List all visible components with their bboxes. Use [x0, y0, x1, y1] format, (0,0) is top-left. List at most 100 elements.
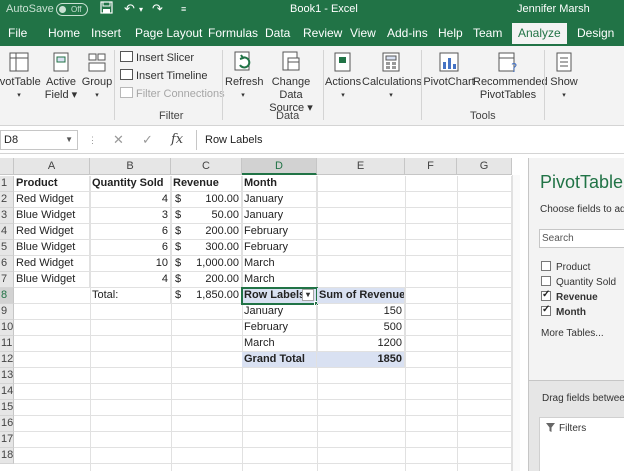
- worksheet-grid[interactable]: A B C D E F G 1 2 3 4 5 6 7 8 9 10 11 12…: [0, 158, 520, 471]
- row-header[interactable]: 16: [0, 416, 14, 432]
- cell-b3[interactable]: 3: [90, 208, 171, 224]
- row-header[interactable]: 14: [0, 384, 14, 400]
- filter-connections-button[interactable]: Filter Connections: [120, 87, 225, 100]
- column-header-b[interactable]: B: [90, 158, 171, 175]
- drag-handle-icon[interactable]: ⋮: [88, 135, 97, 146]
- cell-a2[interactable]: Red Widget: [14, 192, 90, 208]
- column-header-d[interactable]: D: [242, 158, 317, 175]
- refresh-button[interactable]: Refresh ▾: [225, 50, 264, 102]
- cell-d7[interactable]: March: [242, 272, 317, 288]
- field-product[interactable]: Product: [541, 261, 590, 273]
- column-header-f[interactable]: F: [405, 158, 457, 175]
- cell-c4[interactable]: $200.00: [171, 224, 242, 240]
- cell-a5[interactable]: Blue Widget: [14, 240, 90, 256]
- field-quantity-sold[interactable]: Quantity Sold: [541, 276, 616, 288]
- cell-a4[interactable]: Red Widget: [14, 224, 90, 240]
- active-field-button[interactable]: Active Field ▾: [44, 50, 78, 102]
- row-header[interactable]: 11: [0, 336, 14, 352]
- pivot-row-label[interactable]: March: [242, 336, 317, 352]
- row-header[interactable]: 10: [0, 320, 14, 336]
- pivot-row-labels-header[interactable]: Row Labels ▾: [241, 287, 318, 305]
- cell-d5[interactable]: February: [242, 240, 317, 256]
- pivot-row-label[interactable]: February: [242, 320, 317, 336]
- field-checkbox-checked[interactable]: [541, 289, 551, 301]
- pivottable-button[interactable]: ivotTable ▾: [0, 50, 42, 102]
- row-header[interactable]: 3: [0, 208, 14, 224]
- tab-data[interactable]: Data: [265, 26, 290, 40]
- cell-c7[interactable]: $200.00: [171, 272, 242, 288]
- tab-review[interactable]: Review: [303, 26, 342, 40]
- cell-d3[interactable]: January: [242, 208, 317, 224]
- select-all-corner[interactable]: [0, 158, 14, 175]
- filters-area[interactable]: Filters: [539, 417, 624, 471]
- row-header[interactable]: 15: [0, 400, 14, 416]
- insert-function-icon[interactable]: fx: [171, 132, 183, 147]
- cell-d4[interactable]: February: [242, 224, 317, 240]
- change-data-source-button[interactable]: Change Data Source ▾: [261, 50, 321, 115]
- pivot-row-value[interactable]: 1200: [317, 336, 405, 352]
- pivot-row-value[interactable]: 150: [317, 304, 405, 320]
- cell-a3[interactable]: Blue Widget: [14, 208, 90, 224]
- undo-dropdown-icon[interactable]: ▾: [139, 5, 143, 14]
- save-icon[interactable]: [100, 1, 113, 17]
- pivot-row-value[interactable]: 500: [317, 320, 405, 336]
- row-header[interactable]: 5: [0, 240, 14, 256]
- redo-icon[interactable]: ↷: [152, 1, 163, 17]
- cell-c1[interactable]: Revenue: [171, 176, 242, 192]
- group-button[interactable]: Group ▾: [81, 50, 113, 102]
- cell-c8-total[interactable]: $1,850.00: [171, 288, 242, 304]
- cell-c2[interactable]: $100.00: [171, 192, 242, 208]
- tab-formulas[interactable]: Formulas: [208, 26, 258, 40]
- name-box[interactable]: D8 ▼: [0, 130, 78, 150]
- row-header[interactable]: 4: [0, 224, 14, 240]
- calculations-button[interactable]: Calculations ▾: [362, 50, 422, 102]
- tab-view[interactable]: View: [350, 26, 376, 40]
- tab-design[interactable]: Design: [577, 26, 614, 40]
- actions-button[interactable]: Actions ▾: [325, 50, 361, 102]
- cell-a6[interactable]: Red Widget: [14, 256, 90, 272]
- row-header[interactable]: 9: [0, 304, 14, 320]
- row-header[interactable]: 1: [0, 176, 14, 192]
- row-header[interactable]: 12: [0, 352, 14, 368]
- field-month[interactable]: Month: [541, 304, 586, 318]
- pivot-grand-total-value[interactable]: 1850: [317, 352, 405, 368]
- autosave-toggle[interactable]: Off: [56, 3, 88, 16]
- cell-b5[interactable]: 6: [90, 240, 171, 256]
- cell-b2[interactable]: 4: [90, 192, 171, 208]
- cell-b1[interactable]: Quantity Sold: [90, 176, 171, 192]
- cell-b6[interactable]: 10: [90, 256, 171, 272]
- cell-a1[interactable]: Product: [14, 176, 90, 192]
- row-header[interactable]: 6: [0, 256, 14, 272]
- field-checkbox[interactable]: [541, 261, 551, 271]
- tab-team[interactable]: Team: [473, 26, 502, 40]
- insert-slicer-button[interactable]: Insert Slicer: [120, 51, 194, 64]
- tab-analyze[interactable]: Analyze: [512, 23, 567, 46]
- column-header-g[interactable]: G: [457, 158, 512, 175]
- tab-insert[interactable]: Insert: [91, 26, 121, 40]
- formula-input[interactable]: Row Labels: [196, 130, 624, 150]
- cell-b7[interactable]: 4: [90, 272, 171, 288]
- column-header-e[interactable]: E: [317, 158, 405, 175]
- pivot-row-label[interactable]: January: [242, 304, 317, 320]
- cell-d1[interactable]: Month: [242, 176, 317, 192]
- row-header[interactable]: 18: [0, 448, 14, 464]
- recommended-pivottables-button[interactable]: ? Recommended PivotTables: [473, 50, 548, 102]
- row-header[interactable]: 8: [0, 288, 14, 304]
- pivotchart-button[interactable]: PivotChart: [423, 50, 475, 89]
- undo-icon[interactable]: ↶: [124, 1, 135, 17]
- customize-qat-icon[interactable]: ≡: [181, 4, 186, 14]
- pivot-grand-total-label[interactable]: Grand Total: [242, 352, 317, 368]
- vertical-scrollbar[interactable]: [512, 175, 520, 471]
- cancel-icon[interactable]: ✕: [113, 132, 124, 148]
- user-name[interactable]: Jennifer Marsh: [517, 3, 590, 15]
- enter-icon[interactable]: ✓: [142, 132, 153, 148]
- field-search-input[interactable]: Search: [539, 229, 624, 248]
- tab-home[interactable]: Home: [48, 26, 80, 40]
- cell-d6[interactable]: March: [242, 256, 317, 272]
- name-box-dropdown-icon[interactable]: ▼: [65, 135, 73, 144]
- column-header-a[interactable]: A: [14, 158, 90, 175]
- field-revenue[interactable]: Revenue: [541, 289, 598, 303]
- column-header-c[interactable]: C: [171, 158, 242, 175]
- tab-page-layout[interactable]: Page Layout: [135, 26, 202, 40]
- insert-timeline-button[interactable]: Insert Timeline: [120, 69, 208, 82]
